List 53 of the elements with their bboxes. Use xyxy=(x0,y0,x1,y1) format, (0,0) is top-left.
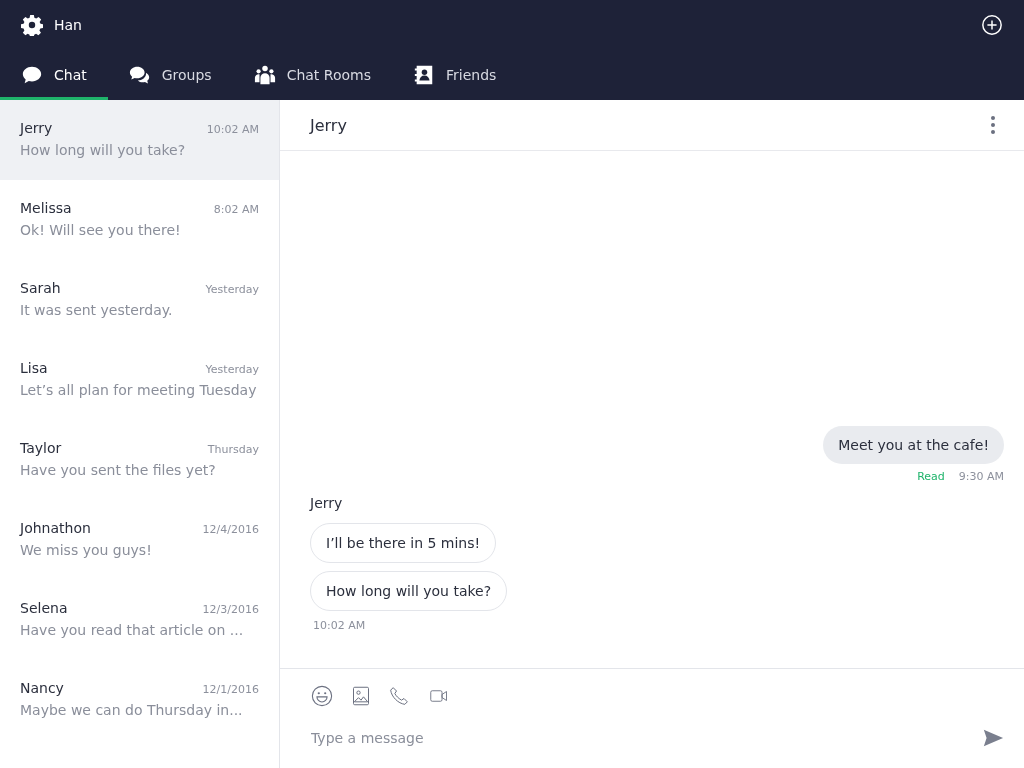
conversation-item[interactable]: Taylor Thursday Have you sent the files yet? xyxy=(0,420,279,500)
tab[interactable]: Chat Rooms xyxy=(232,50,392,100)
send-icon[interactable] xyxy=(982,727,1004,749)
conversation-item[interactable]: Melissa 8:02 AM Ok! Will see you there! xyxy=(0,180,279,260)
message-time: 10:02 AM xyxy=(313,619,366,632)
timestamp: 12/1/2016 xyxy=(202,683,259,696)
timestamp: 12/3/2016 xyxy=(202,603,259,616)
message-preview: We miss you guys! xyxy=(20,542,153,558)
more-options-icon[interactable] xyxy=(991,116,995,134)
contact-name: Sarah xyxy=(20,280,61,296)
message-bubble: Meet you at the cafe! xyxy=(823,426,1004,464)
timestamp: 8:02 AM xyxy=(213,203,259,216)
smiley-icon[interactable] xyxy=(311,685,333,707)
contact-book-icon xyxy=(412,64,435,86)
chat-bubble-icon xyxy=(21,64,43,86)
timestamp: Thursday xyxy=(207,443,259,456)
tab[interactable]: Groups xyxy=(107,50,233,100)
message-preview: Ok! Will see you there! xyxy=(20,222,182,238)
timestamp: 10:02 AM xyxy=(206,123,259,136)
conversation-item[interactable]: Jerry 10:02 AM How long will you take? xyxy=(0,100,279,180)
message-preview: It was sent yesterday. xyxy=(20,302,174,318)
conversation-item[interactable]: Johnathon 12/4/2016 We miss you guys! xyxy=(0,500,279,580)
message-time: 9:30 AM xyxy=(958,470,1004,483)
timestamp: Yesterday xyxy=(205,283,259,296)
phone-icon[interactable] xyxy=(389,686,409,706)
sender-name: Jerry xyxy=(310,495,343,511)
chat-title: Jerry xyxy=(310,115,347,135)
people-group-icon xyxy=(253,64,276,86)
user-name: Han xyxy=(54,17,82,33)
add-icon[interactable] xyxy=(981,14,1003,36)
two-bubbles-icon xyxy=(128,64,151,86)
timestamp: Yesterday xyxy=(205,363,259,376)
conversation-item[interactable]: Nancy 12/1/2016 Maybe we can do Thursday in... xyxy=(0,660,279,740)
conversation-item[interactable]: Selena 12/3/2016 Have you read that article on ... xyxy=(0,580,279,660)
tab[interactable]: Friends xyxy=(391,50,518,100)
contact-name: Melissa xyxy=(20,200,72,216)
contact-name: Lisa xyxy=(20,360,48,376)
message-preview: Have you read that article on ... xyxy=(20,622,245,638)
settings-icon[interactable] xyxy=(21,14,43,36)
contact-name: Jerry xyxy=(20,120,53,136)
contact-name: Selena xyxy=(20,600,68,616)
contact-name: Johnathon xyxy=(20,520,91,536)
contact-name: Taylor xyxy=(20,440,62,456)
read-status: Read xyxy=(917,470,945,483)
image-icon[interactable] xyxy=(351,685,371,707)
conversation-item[interactable]: Lisa Yesterday Let’s all plan for meeting Tuesday xyxy=(0,340,279,420)
message-preview: Have you sent the files yet? xyxy=(20,462,217,478)
contact-name: Nancy xyxy=(20,680,64,696)
message-preview: How long will you take? xyxy=(20,142,187,158)
message-preview: Maybe we can do Thursday in... xyxy=(20,702,244,718)
message-preview: Let’s all plan for meeting Tuesday xyxy=(20,382,258,398)
timestamp: 12/4/2016 xyxy=(202,523,259,536)
conversation-item[interactable]: Sarah Yesterday It was sent yesterday. xyxy=(0,260,279,340)
